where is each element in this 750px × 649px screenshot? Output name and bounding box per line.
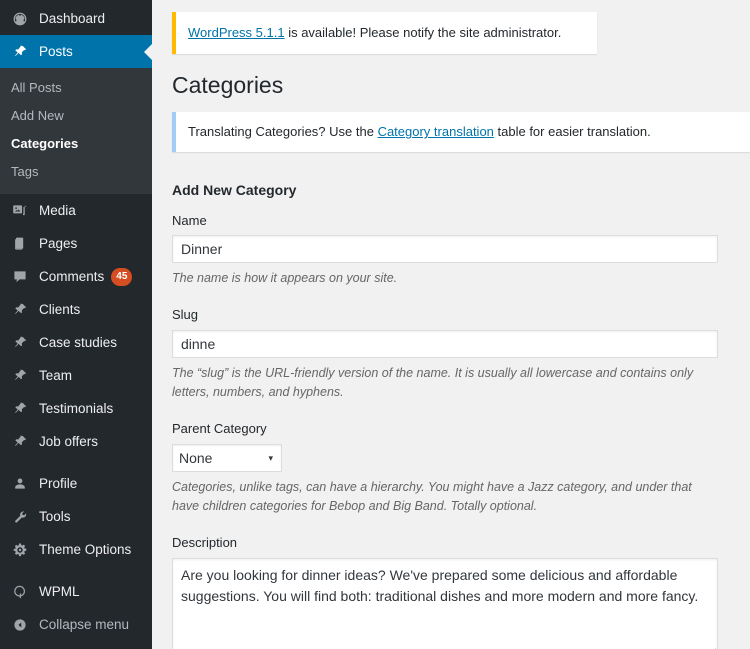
sidebar-item-label: Profile: [39, 475, 78, 491]
add-new-category-form: Add New Category Name The name is how it…: [172, 182, 750, 649]
sidebar-item-label: Comments: [39, 268, 105, 284]
sidebar-item-tools[interactable]: Tools: [0, 500, 152, 533]
pin-icon: [9, 302, 31, 318]
sidebar-item-label: Testimonials: [39, 400, 114, 416]
field-slug: Slug The “slug” is the URL-friendly vers…: [172, 306, 718, 402]
sidebar-item-label: Tools: [39, 508, 71, 524]
parent-category-select-wrap: None ▾: [172, 443, 282, 472]
pages-icon: [9, 236, 31, 252]
update-notice-text: is available! Please notify the site adm…: [284, 25, 562, 40]
sidebar-separator: [0, 458, 152, 467]
sidebar-subitem-categories[interactable]: Categories: [0, 130, 152, 158]
name-input[interactable]: [172, 235, 718, 264]
sidebar-separator: [0, 566, 152, 575]
sidebar-item-label: Clients: [39, 301, 81, 317]
gear-icon: [9, 542, 31, 558]
sidebar-subitem-tags[interactable]: Tags: [0, 158, 152, 186]
description-textarea[interactable]: Are you looking for dinner ideas? We've …: [172, 557, 718, 649]
description-label: Description: [172, 535, 238, 551]
sidebar-item-clients[interactable]: Clients: [0, 293, 152, 326]
slug-label: Slug: [172, 307, 199, 323]
pin-icon: [9, 401, 31, 417]
sidebar-item-case-studies[interactable]: Case studies: [0, 326, 152, 359]
pin-icon: [9, 434, 31, 450]
sidebar-item-label: Media: [39, 202, 76, 218]
update-notice: WordPress 5.1.1 is available! Please not…: [172, 12, 597, 54]
field-parent-category: Parent Category None ▾ Categories, unlik…: [172, 420, 718, 516]
wpml-icon: [9, 584, 31, 600]
sidebar-item-comments[interactable]: Comments 45: [0, 260, 152, 293]
sidebar-item-label: Case studies: [39, 334, 118, 350]
translation-notice-after: table for easier translation.: [493, 124, 651, 140]
sidebar-subitem-add-new[interactable]: Add New: [0, 102, 152, 130]
sidebar-submenu-posts: All Posts Add New Categories Tags: [0, 68, 152, 194]
sidebar-item-team[interactable]: Team: [0, 359, 152, 392]
sidebar-item-job-offers[interactable]: Job offers: [0, 425, 152, 458]
name-label: Name: [172, 212, 207, 228]
sidebar-item-profile[interactable]: Profile: [0, 467, 152, 500]
field-name: Name The name is how it appears on your …: [172, 212, 718, 289]
comment-icon: [9, 269, 31, 285]
name-description: The name is how it appears on your site.: [172, 271, 398, 286]
category-translation-link[interactable]: Category translation: [378, 124, 494, 139]
sidebar-item-media[interactable]: Media: [0, 194, 152, 227]
collapse-menu-label: Collapse menu: [39, 616, 130, 632]
translation-notice-before: Translating Categories? Use the: [188, 124, 378, 140]
admin-sidebar: Dashboard Posts All Posts Add New Catego…: [0, 0, 152, 649]
sidebar-item-label: Posts: [39, 43, 73, 59]
wrench-icon: [9, 509, 31, 525]
sidebar-item-pages[interactable]: Pages: [0, 227, 152, 260]
form-heading: Add New Category: [172, 181, 297, 198]
user-icon: [9, 476, 31, 492]
slug-description: The “slug” is the URL-friendly version o…: [172, 365, 694, 400]
sidebar-item-posts[interactable]: Posts: [0, 35, 152, 68]
sidebar-item-wpml[interactable]: WPML: [0, 575, 152, 608]
main-content: WordPress 5.1.1 is available! Please not…: [152, 0, 750, 649]
wordpress-update-link[interactable]: WordPress 5.1.1: [188, 25, 285, 40]
wordpress-admin-screen: Dashboard Posts All Posts Add New Catego…: [0, 0, 750, 649]
sidebar-item-label: Pages: [39, 235, 78, 251]
parent-category-select[interactable]: None: [172, 443, 282, 472]
sidebar-item-label: WPML: [39, 583, 80, 599]
sidebar-item-label: Theme Options: [39, 541, 132, 557]
content-wrap: WordPress 5.1.1 is available! Please not…: [152, 12, 750, 649]
sidebar-item-dashboard[interactable]: Dashboard: [0, 2, 152, 35]
field-description: Description Are you looking for dinner i…: [172, 534, 718, 649]
translation-notice: Translating Categories? Use the Category…: [172, 112, 750, 152]
parent-category-label: Parent Category: [172, 421, 267, 437]
collapse-menu-button[interactable]: Collapse menu: [0, 608, 152, 641]
slug-input[interactable]: [172, 329, 718, 358]
sidebar-item-testimonials[interactable]: Testimonials: [0, 392, 152, 425]
sidebar-item-theme-options[interactable]: Theme Options: [0, 533, 152, 566]
sidebar-item-label: Team: [39, 367, 73, 383]
comments-count-badge: 45: [111, 267, 133, 286]
pin-icon: [9, 44, 31, 60]
collapse-arrow-icon: [9, 617, 31, 633]
sidebar-subitem-all-posts[interactable]: All Posts: [0, 74, 152, 102]
page-title: Categories: [172, 71, 284, 98]
pin-icon: [9, 335, 31, 351]
sidebar-item-label: Job offers: [39, 433, 99, 449]
media-icon: [9, 203, 31, 219]
dashboard-icon: [9, 11, 31, 27]
parent-category-description: Categories, unlike tags, can have a hier…: [172, 479, 692, 513]
pin-icon: [9, 368, 31, 384]
sidebar-item-label: Dashboard: [39, 10, 106, 26]
